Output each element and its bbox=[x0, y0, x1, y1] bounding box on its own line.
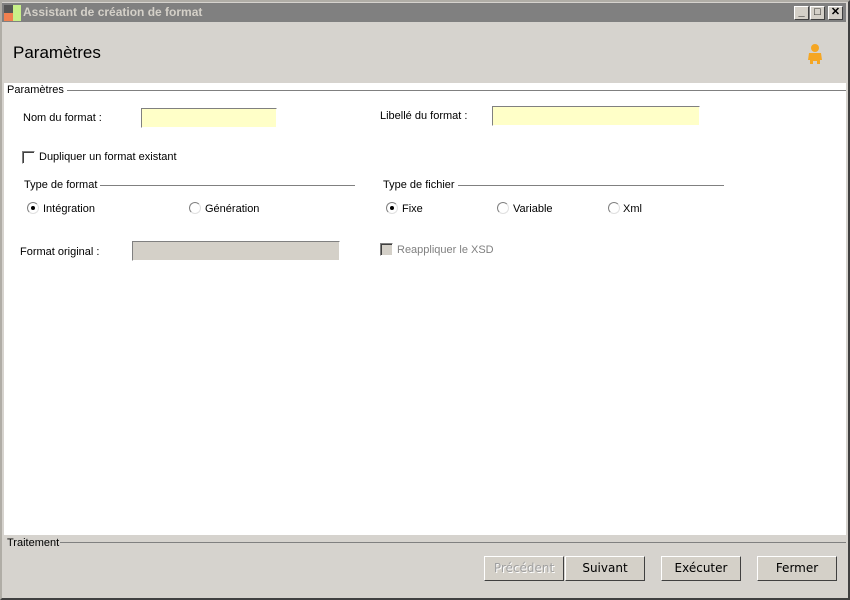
libelle-input[interactable] bbox=[492, 106, 700, 126]
traitement-group-label: Traitement bbox=[7, 537, 60, 549]
dupliquer-label: Dupliquer un format existant bbox=[39, 151, 177, 163]
radio-fixe[interactable] bbox=[386, 202, 398, 214]
format-original-input[interactable] bbox=[132, 241, 340, 261]
next-button[interactable]: Suivant bbox=[565, 556, 645, 581]
radio-variable[interactable] bbox=[497, 202, 509, 214]
nom-input[interactable] bbox=[141, 108, 277, 128]
group-divider bbox=[8, 90, 846, 91]
radio-fixe-label: Fixe bbox=[402, 203, 423, 215]
format-original-label: Format original : bbox=[20, 246, 100, 258]
nom-label: Nom du format : bbox=[23, 112, 102, 124]
previous-button[interactable]: Précédent bbox=[484, 556, 564, 581]
radio-variable-label: Variable bbox=[513, 203, 553, 215]
reappliquer-xsd-label: Reappliquer le XSD bbox=[397, 244, 494, 256]
radio-generation[interactable] bbox=[189, 202, 201, 214]
radio-generation-label: Génération bbox=[205, 203, 260, 215]
type-format-label: Type de format bbox=[24, 179, 101, 191]
user-icon bbox=[808, 44, 822, 64]
radio-integration[interactable] bbox=[27, 202, 39, 214]
radio-xml[interactable] bbox=[608, 202, 620, 214]
radio-xml-label: Xml bbox=[623, 203, 642, 215]
libelle-label: Libellé du format : bbox=[380, 110, 468, 122]
reappliquer-xsd-checkbox[interactable] bbox=[380, 243, 393, 256]
type-fichier-label: Type de fichier bbox=[383, 179, 458, 191]
window-title: Assistant de création de format bbox=[23, 5, 203, 19]
close-wizard-button[interactable]: Fermer bbox=[757, 556, 837, 581]
page-title: Paramètres bbox=[13, 43, 101, 62]
maximize-button[interactable]: □ bbox=[810, 6, 825, 20]
dupliquer-checkbox[interactable] bbox=[22, 151, 35, 164]
parameters-group-label: Paramètres bbox=[7, 84, 67, 96]
execute-button[interactable]: Exécuter bbox=[661, 556, 741, 581]
app-icon bbox=[4, 5, 21, 21]
traitement-divider bbox=[60, 542, 846, 543]
minimize-button[interactable]: _ bbox=[794, 6, 809, 20]
radio-integration-label: Intégration bbox=[43, 203, 95, 215]
close-button[interactable]: ✕ bbox=[828, 6, 843, 20]
